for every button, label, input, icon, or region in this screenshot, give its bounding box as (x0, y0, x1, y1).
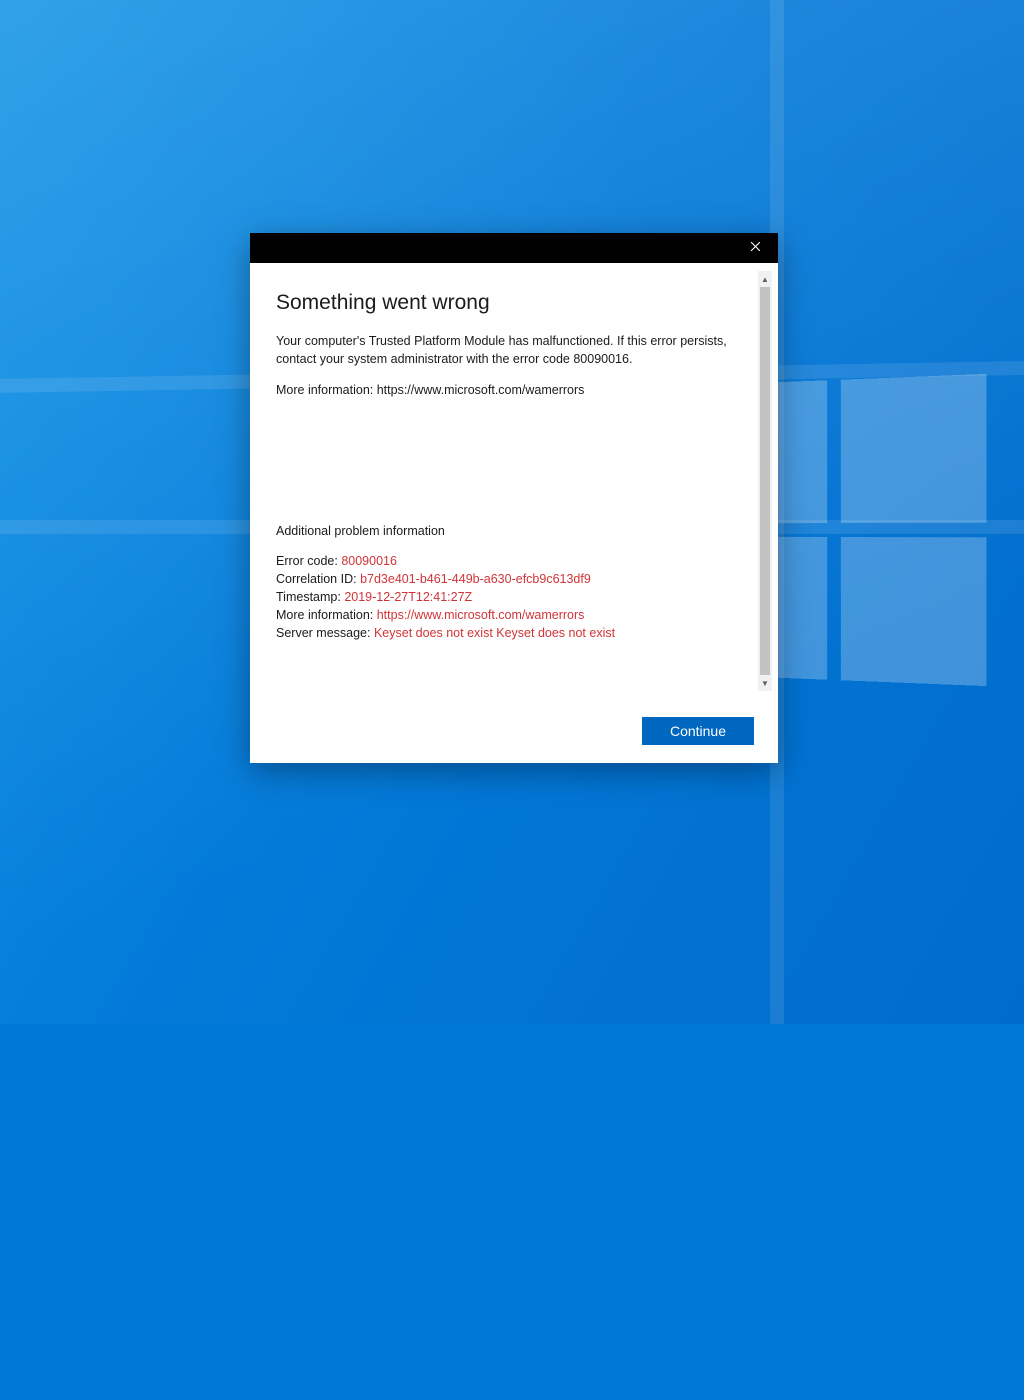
timestamp-label: Timestamp: (276, 590, 344, 604)
additional-info-heading: Additional problem information (276, 524, 752, 538)
close-icon (750, 239, 761, 257)
dialog-title: Something went wrong (276, 291, 752, 315)
close-button[interactable] (732, 233, 778, 263)
server-message-label: Server message: (276, 626, 374, 640)
message-line-2: More information: https://www.microsoft.… (276, 382, 728, 400)
more-info-value: https://www.microsoft.com/wamerrors (377, 608, 585, 622)
timestamp-value: 2019-12-27T12:41:27Z (344, 590, 472, 604)
timestamp-row: Timestamp: 2019-12-27T12:41:27Z (276, 588, 752, 606)
vertical-scrollbar[interactable]: ▲ ▼ (758, 271, 772, 691)
error-code-row: Error code: 80090016 (276, 552, 752, 570)
more-info-row: More information: https://www.microsoft.… (276, 606, 752, 624)
scroll-up-icon[interactable]: ▲ (758, 271, 772, 287)
continue-button[interactable]: Continue (642, 717, 754, 745)
server-message-row: Server message: Keyset does not exist Ke… (276, 624, 752, 642)
dialog-body: ▲ ▼ Something went wrong Your computer's… (250, 263, 778, 763)
correlation-id-label: Correlation ID: (276, 572, 360, 586)
scroll-thumb[interactable] (760, 287, 770, 675)
scroll-down-icon[interactable]: ▼ (758, 675, 772, 691)
error-code-label: Error code: (276, 554, 341, 568)
server-message-value: Keyset does not exist Keyset does not ex… (374, 626, 615, 640)
correlation-id-row: Correlation ID: b7d3e401-b461-449b-a630-… (276, 570, 752, 588)
additional-info-list: Error code: 80090016 Correlation ID: b7d… (276, 552, 752, 643)
correlation-id-value: b7d3e401-b461-449b-a630-efcb9c613df9 (360, 572, 591, 586)
error-code-value: 80090016 (341, 554, 397, 568)
more-info-label: More information: (276, 608, 377, 622)
error-dialog: ▲ ▼ Something went wrong Your computer's… (250, 233, 778, 763)
dialog-footer: Continue (642, 717, 754, 745)
dialog-titlebar (250, 233, 778, 263)
dialog-message: Your computer's Trusted Platform Module … (276, 333, 752, 400)
message-line-1: Your computer's Trusted Platform Module … (276, 333, 728, 368)
